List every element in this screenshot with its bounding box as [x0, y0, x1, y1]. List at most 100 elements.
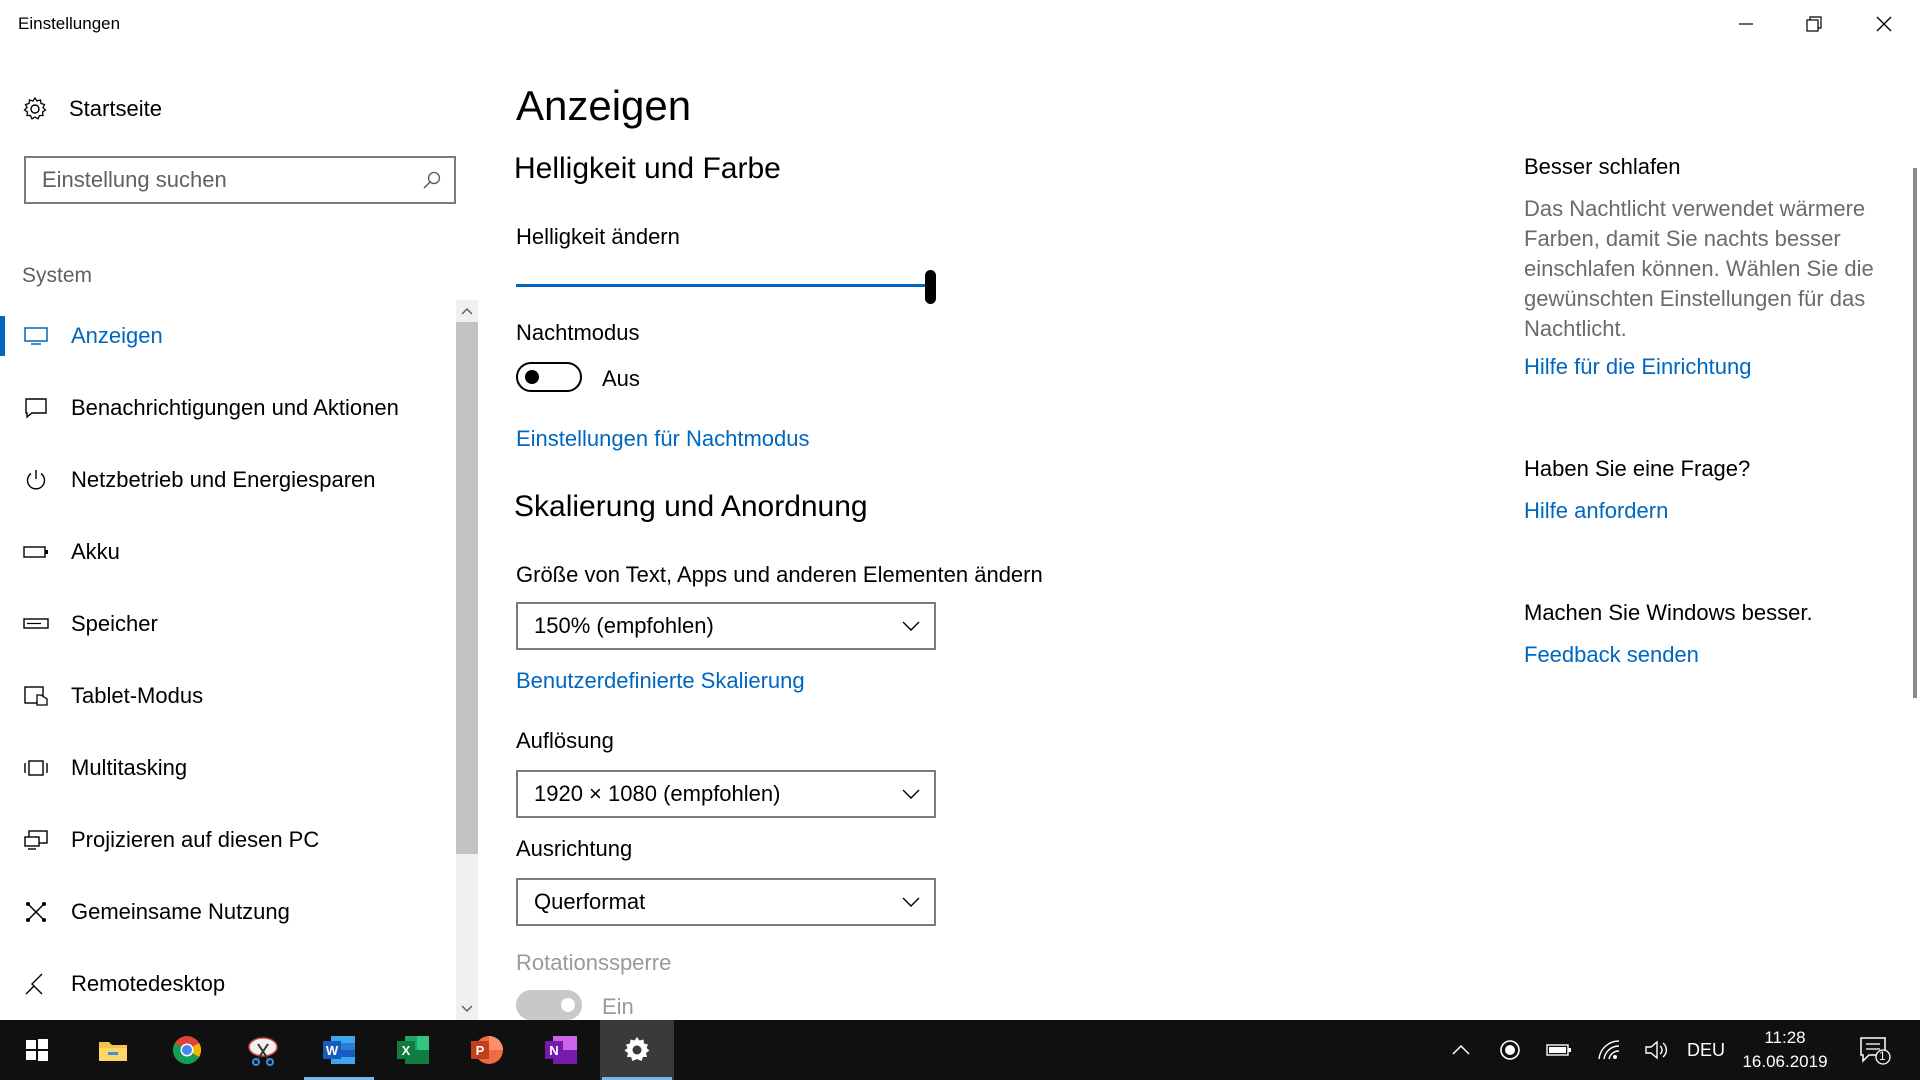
- question-heading: Haben Sie eine Frage?: [1524, 456, 1751, 481]
- brightness-slider[interactable]: [516, 266, 936, 306]
- night-mode-toggle[interactable]: [516, 362, 582, 392]
- show-hidden-icons-button[interactable]: [1446, 1020, 1476, 1080]
- orientation-dropdown[interactable]: Querformat: [516, 878, 936, 926]
- close-button[interactable]: [1850, 0, 1918, 48]
- page-title: Anzeigen: [516, 82, 692, 129]
- chevron-down-icon: [461, 1005, 473, 1012]
- search-box[interactable]: [24, 156, 456, 204]
- tray-record-button[interactable]: [1494, 1020, 1526, 1080]
- scaling-section-heading: Skalierung und Anordnung: [514, 490, 868, 523]
- improve-heading: Machen Sie Windows besser.: [1524, 600, 1813, 625]
- main-scrollbar[interactable]: [1913, 168, 1917, 698]
- get-help-link[interactable]: Hilfe anfordern: [1524, 498, 1668, 524]
- settings-icon: [624, 1037, 650, 1061]
- setup-help-link[interactable]: Hilfe für die Einrichtung: [1524, 354, 1751, 380]
- tray-volume-button[interactable]: [1640, 1020, 1674, 1080]
- notification-count: 1: [1879, 1049, 1886, 1063]
- resolution-dropdown[interactable]: 1920 × 1080 (empfohlen): [516, 770, 936, 818]
- custom-scaling-link[interactable]: Benutzerdefinierte Skalierung: [516, 668, 805, 694]
- snipping-tool-icon: [248, 1037, 278, 1066]
- chevron-down-icon: [902, 621, 920, 631]
- scroll-up-button[interactable]: [456, 300, 478, 322]
- sidebar-item-multitasking[interactable]: Multitasking: [0, 732, 452, 804]
- sidebar-item-label: Anzeigen: [71, 323, 163, 348]
- sidebar-scroll-thumb[interactable]: [456, 322, 478, 854]
- search-icon[interactable]: [422, 170, 442, 190]
- clock-time: 11:28: [1764, 1028, 1806, 1047]
- battery-icon: [1546, 1044, 1571, 1056]
- start-icon: [26, 1039, 48, 1061]
- sidebar-item-label: Benachrichtigungen und Aktionen: [71, 395, 399, 420]
- sidebar-item-benachrichtigungen[interactable]: Benachrichtigungen und Aktionen: [0, 372, 452, 444]
- title-bar: Einstellungen: [0, 0, 1920, 48]
- sidebar-item-gemeinsame-nutzung[interactable]: Gemeinsame Nutzung: [0, 876, 452, 948]
- minimize-button[interactable]: [1712, 0, 1780, 48]
- remote-desktop-icon: [22, 970, 50, 998]
- restore-button[interactable]: [1780, 0, 1848, 48]
- taskbar-snipping-tool[interactable]: [226, 1020, 300, 1080]
- close-icon: [1876, 16, 1892, 32]
- sidebar-item-label: Remotedesktop: [71, 971, 226, 996]
- sidebar-item-speicher[interactable]: Speicher: [0, 588, 452, 660]
- sidebar: Startseite System Anzeigen Benachrichtig…: [0, 48, 482, 1020]
- taskbar-excel[interactable]: X: [376, 1020, 450, 1080]
- sidebar-item-label: Gemeinsame Nutzung: [71, 899, 290, 924]
- sidebar-item-anzeigen[interactable]: Anzeigen: [0, 300, 452, 372]
- scale-label: Größe von Text, Apps und anderen Element…: [516, 562, 1043, 587]
- taskbar-onenote[interactable]: N: [524, 1020, 598, 1080]
- sidebar-nav: Anzeigen Benachrichtigungen und Aktionen…: [0, 300, 452, 1020]
- home-link[interactable]: Startseite: [22, 92, 162, 126]
- scroll-down-button[interactable]: [456, 998, 478, 1020]
- home-label: Startseite: [69, 96, 162, 121]
- taskbar-powerpoint[interactable]: P: [450, 1020, 524, 1080]
- tray-network-button[interactable]: [1592, 1020, 1626, 1080]
- feedback-link[interactable]: Feedback senden: [1524, 642, 1699, 668]
- taskbar-settings[interactable]: [600, 1020, 674, 1080]
- rotation-lock-toggle[interactable]: [516, 990, 582, 1020]
- sidebar-item-remotedesktop[interactable]: Remotedesktop: [0, 948, 452, 1020]
- sidebar-item-netzbetrieb[interactable]: Netzbetrieb und Energiesparen: [0, 444, 452, 516]
- tray-battery-button[interactable]: [1542, 1020, 1576, 1080]
- sleep-description: Das Nachtlicht verwendet wärmere Farben,…: [1524, 196, 1874, 341]
- sidebar-item-projizieren[interactable]: Projizieren auf diesen PC: [0, 804, 452, 876]
- tray-language-button[interactable]: DEU: [1684, 1020, 1728, 1080]
- night-mode-label: Nachtmodus: [516, 320, 640, 345]
- search-input[interactable]: [26, 158, 406, 202]
- wifi-icon: [1598, 1040, 1620, 1060]
- window-title: Einstellungen: [18, 14, 121, 33]
- storage-icon: [22, 610, 50, 638]
- scale-value: 150% (empfohlen): [534, 613, 714, 638]
- chevron-up-icon: [1452, 1044, 1470, 1055]
- sidebar-item-akku[interactable]: Akku: [0, 516, 452, 588]
- chevron-up-icon: [461, 308, 473, 315]
- scale-dropdown[interactable]: 150% (empfohlen): [516, 602, 936, 650]
- gear-icon: [23, 96, 47, 120]
- start-button[interactable]: [0, 1020, 74, 1080]
- slider-thumb[interactable]: [925, 270, 936, 304]
- resolution-value: 1920 × 1080 (empfohlen): [534, 781, 781, 806]
- taskbar-file-explorer[interactable]: [76, 1020, 150, 1080]
- clock-date: 16.06.2019: [1742, 1052, 1828, 1071]
- slider-track: [516, 284, 928, 287]
- sidebar-item-tablet-modus[interactable]: Tablet-Modus: [0, 660, 452, 732]
- tray-clock[interactable]: 11:28 16.06.2019: [1730, 1026, 1840, 1074]
- rotation-lock-state: Ein: [602, 994, 634, 1019]
- action-center-button[interactable]: 1: [1852, 1020, 1898, 1080]
- taskbar-chrome[interactable]: [150, 1020, 224, 1080]
- sidebar-item-label: Akku: [71, 539, 120, 564]
- project-icon: [22, 826, 50, 854]
- main-content: Anzeigen Helligkeit und Farbe Helligkeit…: [500, 48, 1500, 1020]
- chrome-icon: [173, 1036, 201, 1064]
- taskbar: W X P N DEU 11:28 16.06.2019 1: [0, 1020, 1920, 1080]
- rotation-lock-label: Rotationssperre: [516, 950, 672, 975]
- taskbar-word[interactable]: W: [302, 1020, 376, 1080]
- section-label-system: System: [22, 264, 93, 287]
- sidebar-item-label: Netzbetrieb und Energiesparen: [71, 467, 376, 492]
- night-mode-state: Aus: [602, 366, 640, 391]
- night-mode-settings-link[interactable]: Einstellungen für Nachtmodus: [516, 426, 810, 452]
- word-icon: W: [323, 1036, 355, 1064]
- orientation-label: Ausrichtung: [516, 836, 633, 861]
- sidebar-item-label: Projizieren auf diesen PC: [71, 827, 320, 852]
- orientation-value: Querformat: [534, 889, 646, 914]
- chevron-down-icon: [902, 789, 920, 799]
